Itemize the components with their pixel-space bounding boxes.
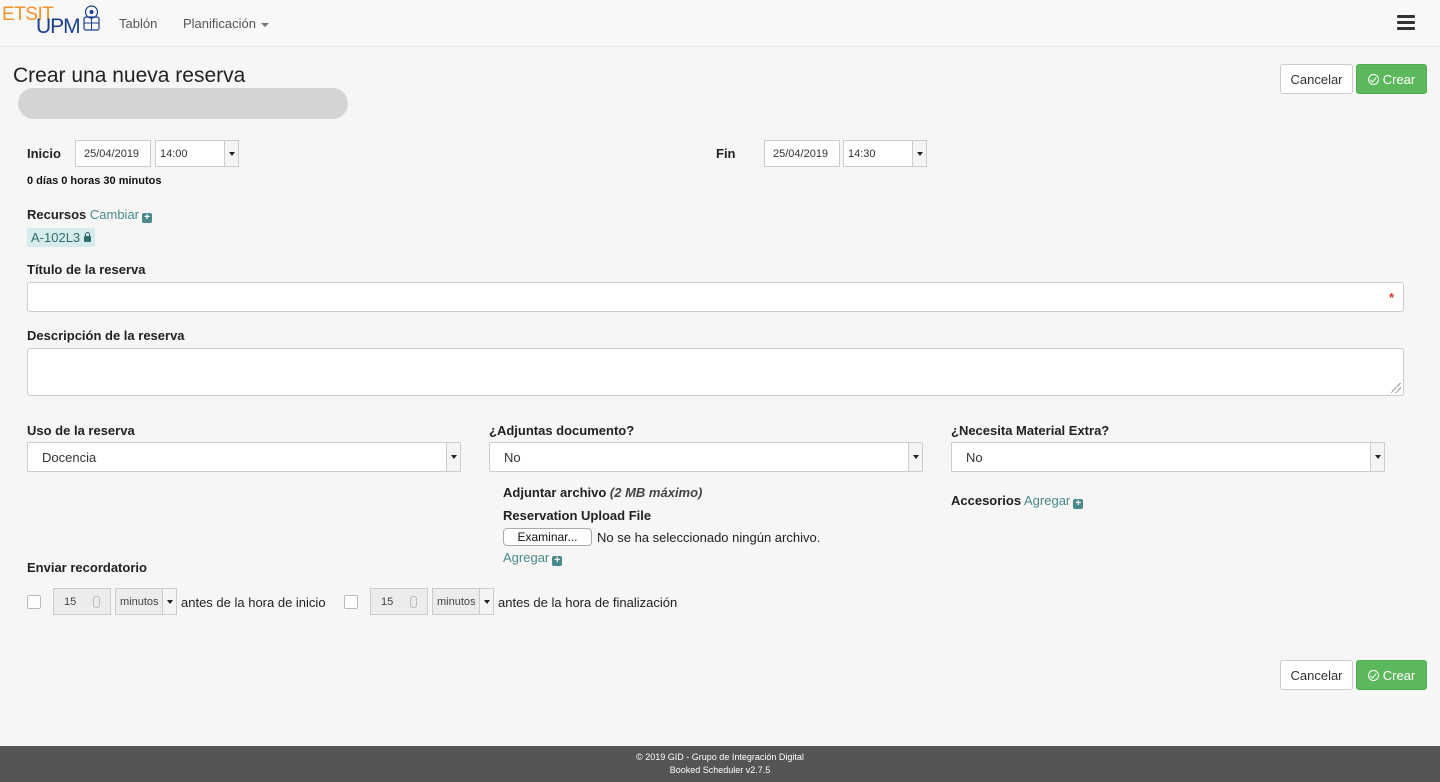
nav-tablon[interactable]: Tablón xyxy=(119,16,157,31)
usage-label: Uso de la reserva xyxy=(27,423,135,438)
spinner-icon[interactable] xyxy=(93,596,100,608)
create-button-top[interactable]: Crear xyxy=(1356,64,1427,94)
reminder-start-checkbox[interactable] xyxy=(27,595,41,609)
upm-crest-icon xyxy=(83,5,100,31)
check-circle-icon xyxy=(1367,73,1379,85)
reminder-start-unit-select[interactable]: minutos xyxy=(115,588,177,615)
etsit-upm-logo[interactable]: ETSIT UPM xyxy=(0,2,106,42)
reminder-start-number: 15 xyxy=(64,595,77,608)
no-file-text: No se ha seleccionado ningún archivo. xyxy=(597,530,821,545)
resize-handle-icon[interactable] xyxy=(1391,383,1401,393)
accessories-add-link[interactable]: Agregar xyxy=(1024,493,1070,508)
create-button-label: Crear xyxy=(1382,667,1416,683)
reminder-start-unit: minutos xyxy=(120,595,159,608)
attach-add-row: Agregar + xyxy=(503,550,563,566)
start-time-select[interactable]: 14:00 xyxy=(155,140,239,167)
description-textarea[interactable] xyxy=(27,348,1404,396)
lock-icon xyxy=(84,231,92,242)
cancel-button-top[interactable]: Cancelar xyxy=(1280,64,1353,94)
cancel-button-bottom[interactable]: Cancelar xyxy=(1280,660,1353,690)
chevron-down-icon xyxy=(162,589,176,614)
chevron-down-icon xyxy=(224,141,238,166)
plus-square-icon[interactable]: + xyxy=(142,213,152,223)
chevron-down-icon xyxy=(912,141,926,166)
reminder-start-value[interactable]: 15 xyxy=(53,588,111,615)
chevron-down-icon xyxy=(908,443,922,471)
reminder-end-unit-select[interactable]: minutos xyxy=(432,588,494,615)
description-label: Descripción de la reserva xyxy=(27,328,185,343)
nav-planificacion[interactable]: Planificación xyxy=(183,16,269,31)
end-label: Fin xyxy=(716,146,736,161)
reminder-end-checkbox[interactable] xyxy=(344,595,358,609)
upload-file-label: Reservation Upload File xyxy=(503,508,652,523)
resource-tag[interactable]: A-102L3 xyxy=(27,228,96,247)
extra-label: ¿Necesita Material Extra? xyxy=(951,423,1110,438)
page-title: Crear una nueva reserva xyxy=(13,64,246,87)
redacted-subtitle xyxy=(18,88,348,119)
footer-version: Booked Scheduler v2.7.5 xyxy=(669,765,771,775)
extra-value: No xyxy=(966,449,983,465)
plus-square-icon[interactable]: + xyxy=(1073,499,1084,509)
reminder-end-unit: minutos xyxy=(437,595,476,608)
reminder-end-text: antes de la hora de finalización xyxy=(498,595,678,610)
plus-square-icon[interactable]: + xyxy=(552,556,563,566)
attach-select[interactable]: No xyxy=(489,442,923,472)
menu-icon[interactable] xyxy=(1397,15,1415,31)
chevron-down-icon xyxy=(479,589,493,614)
title-label: Título de la reserva xyxy=(27,262,146,277)
change-resources-link[interactable]: Cambiar xyxy=(90,207,139,222)
logo-upm-text: UPM xyxy=(36,15,81,38)
attach-file-note: (2 MB máximo) xyxy=(609,485,703,500)
chevron-down-icon xyxy=(1370,443,1384,471)
start-label: Inicio xyxy=(27,146,61,161)
navbar: ETSIT UPM Tablón Planificación xyxy=(0,0,1440,47)
duration-text: 0 días 0 horas 30 minutos xyxy=(27,175,162,187)
accessories-row: Accesorios Agregar + xyxy=(951,493,1084,509)
create-button-label: Crear xyxy=(1382,71,1416,87)
caret-down-icon xyxy=(261,22,269,27)
footer: © 2019 GID - Grupo de Integración Digita… xyxy=(0,746,1440,782)
reminder-end-number: 15 xyxy=(381,595,394,608)
footer-copyright: © 2019 GID - Grupo de Integración Digita… xyxy=(636,752,804,762)
spinner-icon[interactable] xyxy=(410,596,417,608)
attach-value: No xyxy=(504,449,521,465)
resource-tag-label: A-102L3 xyxy=(31,230,81,245)
reminder-end-value[interactable]: 15 xyxy=(370,588,428,615)
reminder-label: Enviar recordatorio xyxy=(27,560,147,575)
extra-select[interactable]: No xyxy=(951,442,1385,472)
end-time-select[interactable]: 14:30 xyxy=(843,140,927,167)
browse-button[interactable]: Examinar... xyxy=(503,528,592,546)
attach-file-label: Adjuntar archivo xyxy=(503,485,607,500)
accessories-label: Accesorios xyxy=(951,493,1022,508)
create-button-bottom[interactable]: Crear xyxy=(1356,660,1427,690)
end-time-value: 14:30 xyxy=(848,147,876,160)
nav-planificacion-label: Planificación xyxy=(183,16,256,31)
attach-label: ¿Adjuntas documento? xyxy=(489,423,635,438)
end-date-input[interactable]: 25/04/2019 xyxy=(764,140,840,167)
start-date-input[interactable]: 25/04/2019 xyxy=(75,140,151,167)
start-time-value: 14:00 xyxy=(160,147,188,160)
chevron-down-icon xyxy=(446,443,460,471)
resources-label: Recursos xyxy=(27,207,87,222)
required-icon: * xyxy=(1388,290,1394,305)
resources-row: Recursos Cambiar + xyxy=(27,207,152,223)
usage-value: Docencia xyxy=(42,449,97,465)
title-input[interactable]: * xyxy=(27,282,1404,312)
check-circle-icon xyxy=(1367,669,1379,681)
reminder-start-text: antes de la hora de inicio xyxy=(181,595,326,610)
attach-file-heading: Adjuntar archivo (2 MB máximo) xyxy=(503,485,702,500)
usage-select[interactable]: Docencia xyxy=(27,442,461,472)
attach-add-link[interactable]: Agregar xyxy=(503,550,549,565)
